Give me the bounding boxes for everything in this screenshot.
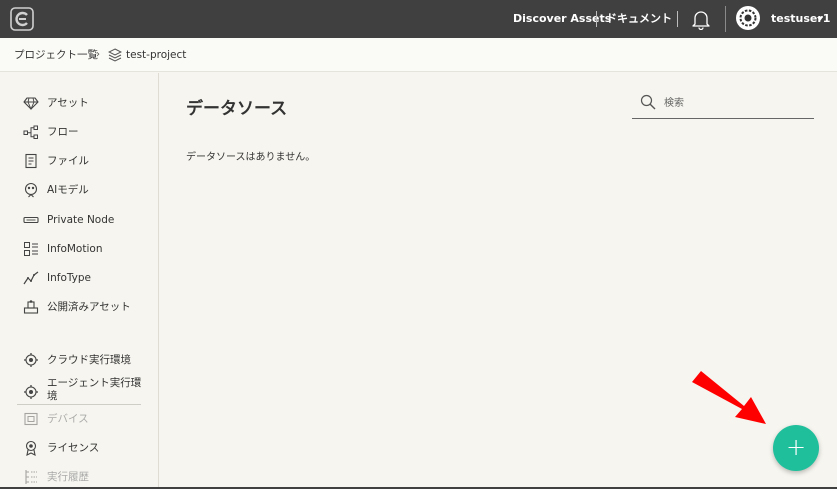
published-assets-icon bbox=[23, 300, 39, 314]
sidebar-item-label: 公開済みアセット bbox=[47, 301, 131, 313]
sidebar-item-label: 実行履歴 bbox=[47, 471, 89, 483]
sidebar-item-agent-runtime[interactable]: エージェント実行環境 bbox=[0, 377, 158, 407]
layers-icon bbox=[108, 48, 122, 62]
red-arrow-icon bbox=[692, 371, 766, 424]
top-bar: Discover Assets ドキュメント testuser1 bbox=[0, 0, 837, 38]
sidebar-item-execution-history[interactable]: 実行履歴 bbox=[0, 464, 158, 489]
docs-link[interactable]: ドキュメント bbox=[606, 0, 672, 38]
sidebar-item-ai-models[interactable]: AIモデル bbox=[0, 177, 158, 203]
header-divider bbox=[725, 6, 726, 32]
sidebar-item-published-assets[interactable]: 公開済みアセット bbox=[0, 294, 158, 320]
sidebar-item-files[interactable]: ファイル bbox=[0, 148, 158, 174]
diamond-icon bbox=[23, 97, 39, 111]
ai-model-icon bbox=[24, 182, 38, 198]
sidebar-item-label: エージェント実行環境 bbox=[47, 377, 142, 402]
sidebar-item-infomotion[interactable]: InfoMotion bbox=[0, 236, 158, 262]
sidebar-item-flow[interactable]: フロー bbox=[0, 119, 158, 145]
license-icon bbox=[25, 440, 37, 456]
history-icon bbox=[25, 470, 37, 484]
breadcrumb-separator: › bbox=[96, 49, 100, 60]
breadcrumb: プロジェクト一覧 › test-project bbox=[0, 38, 837, 72]
search-icon bbox=[640, 94, 656, 110]
search-input[interactable] bbox=[664, 94, 810, 112]
cloud-runtime-icon bbox=[24, 353, 38, 367]
sidebar-item-label: Private Node bbox=[47, 214, 115, 226]
sidebar-item-license[interactable]: ライセンス bbox=[0, 435, 158, 461]
breadcrumb-project-list[interactable]: プロジェクト一覧 bbox=[14, 38, 98, 72]
header-divider bbox=[596, 11, 597, 27]
sidebar-item-label: AIモデル bbox=[47, 184, 89, 196]
avatar[interactable] bbox=[736, 6, 760, 30]
sidebar-item-label: クラウド実行環境 bbox=[47, 354, 131, 366]
infotype-icon bbox=[23, 271, 39, 285]
empty-state-message: データソースはありません。 bbox=[186, 152, 316, 163]
agent-runtime-icon bbox=[24, 385, 38, 399]
bell-icon[interactable] bbox=[691, 8, 711, 30]
search-box[interactable] bbox=[632, 88, 814, 119]
page-title: データソース bbox=[186, 99, 288, 119]
device-icon bbox=[24, 412, 38, 426]
sidebar-item-label: ライセンス bbox=[47, 442, 100, 454]
sidebar-item-cloud-runtime[interactable]: クラウド実行環境 bbox=[0, 347, 158, 373]
header-divider bbox=[677, 11, 678, 27]
sidebar-item-label: InfoMotion bbox=[47, 243, 103, 255]
sidebar-item-infotype[interactable]: InfoType bbox=[0, 265, 158, 291]
sidebar-item-label: ファイル bbox=[47, 155, 89, 167]
flow-icon bbox=[23, 125, 38, 139]
avatar-icon bbox=[737, 7, 759, 29]
sidebar-item-assets[interactable]: アセット bbox=[0, 90, 158, 116]
sidebar-item-label: デバイス bbox=[47, 413, 89, 425]
file-icon bbox=[25, 153, 37, 169]
sidebar-item-label: InfoType bbox=[47, 272, 91, 284]
sidebar-item-private-node[interactable]: Private Node bbox=[0, 207, 158, 233]
sidebar-item-devices[interactable]: デバイス bbox=[0, 406, 158, 432]
sidebar-item-label: フロー bbox=[47, 126, 79, 138]
sidebar: アセット フロー ファイル AIモデル Private Node InfoMot… bbox=[0, 73, 159, 489]
sidebar-item-label: アセット bbox=[47, 97, 89, 109]
infomotion-icon bbox=[24, 242, 38, 256]
chevron-down-icon[interactable] bbox=[817, 17, 823, 21]
app-logo-icon[interactable] bbox=[10, 7, 34, 31]
add-datasource-button[interactable]: + bbox=[773, 425, 819, 471]
breadcrumb-current-project: test-project bbox=[126, 49, 187, 61]
node-icon bbox=[23, 216, 39, 224]
